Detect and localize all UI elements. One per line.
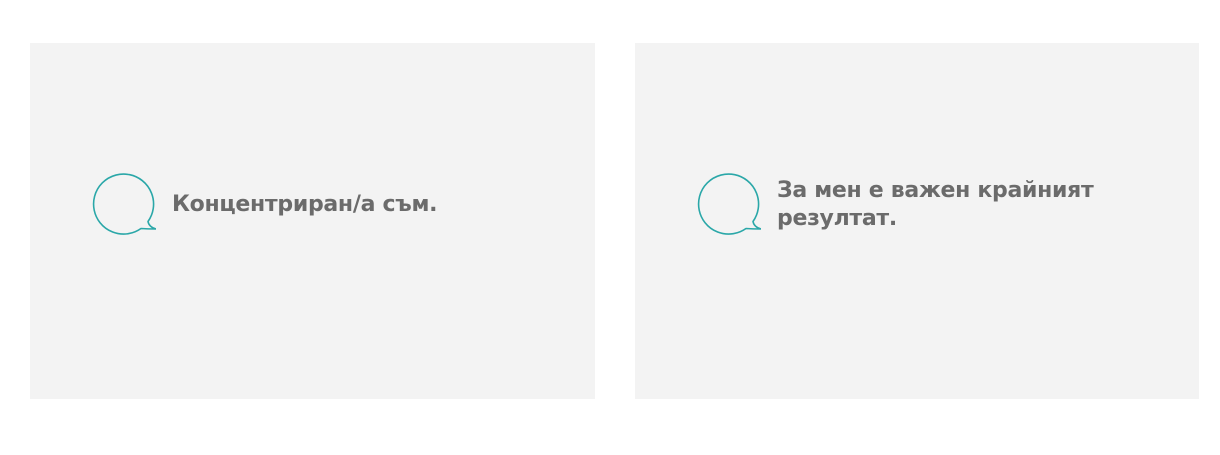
quote-text: За мен е важен крайният резултат. xyxy=(777,178,1094,231)
speech-bubble-icon xyxy=(697,173,761,237)
quote-row: За мен е важен крайният резултат. xyxy=(697,173,1107,237)
quote-text: Концентриран/а съм. xyxy=(172,192,438,217)
quote-row: Концентриран/а съм. xyxy=(92,173,437,237)
speech-bubble-icon xyxy=(92,173,156,237)
quote-card-2[interactable]: За мен е важен крайният резултат. xyxy=(635,43,1199,399)
quote-card-1[interactable]: Концентриран/а съм. xyxy=(30,43,595,399)
